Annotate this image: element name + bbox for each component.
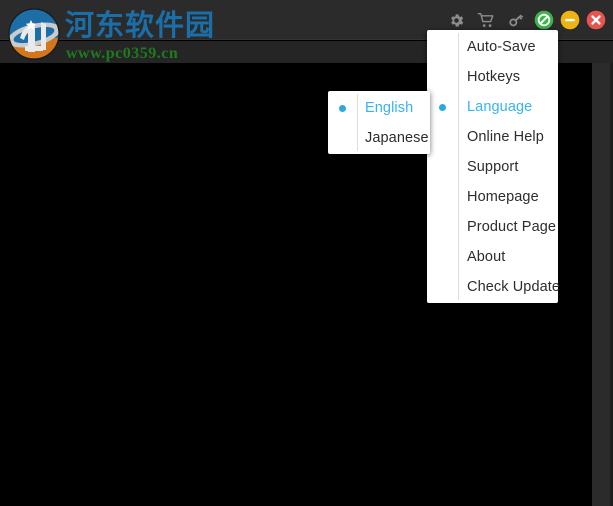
bullet-icon <box>427 164 458 171</box>
bullet-icon <box>328 135 357 142</box>
app-window: 河东软件园 www.pc0359.cn Auto-Save Hotkeys La… <box>0 0 613 506</box>
settings-dropdown-menu: Auto-Save Hotkeys Language Online Help S… <box>427 30 561 303</box>
prohibited-icon <box>534 10 554 30</box>
menu-item-product-page[interactable]: Product Page <box>427 212 558 242</box>
language-item-label: English <box>365 100 414 116</box>
bullet-icon <box>427 74 458 81</box>
menu-item-label: Hotkeys <box>467 69 521 85</box>
menu-item-hotkeys[interactable]: Hotkeys <box>427 62 558 92</box>
menu-item-label: Product Page <box>467 219 557 235</box>
bullet-icon <box>427 103 458 111</box>
close-button[interactable] <box>583 5 609 35</box>
menu-item-check-update[interactable]: Check Update <box>427 272 561 302</box>
menu-item-label: Language <box>467 99 533 115</box>
menu-item-support[interactable]: Support <box>427 152 558 182</box>
language-item-label: Japanese <box>365 130 429 146</box>
menu-item-label: Auto-Save <box>467 39 536 55</box>
bullet-icon <box>427 194 458 201</box>
bullet-icon <box>427 224 458 231</box>
language-submenu: English Japanese <box>328 91 430 154</box>
menu-item-label: About <box>467 249 506 265</box>
menu-item-label: Check Update <box>467 279 561 295</box>
bullet-icon <box>328 104 357 112</box>
menu-item-about[interactable]: About <box>427 242 558 272</box>
bullet-icon <box>427 254 458 261</box>
minimize-button[interactable] <box>557 5 583 35</box>
shopping-cart-icon <box>477 12 493 27</box>
bullet-icon <box>427 44 458 51</box>
language-item-english[interactable]: English <box>328 93 430 123</box>
key-icon <box>509 14 524 27</box>
menu-item-auto-save[interactable]: Auto-Save <box>427 32 558 62</box>
menu-item-online-help[interactable]: Online Help <box>427 122 558 152</box>
menu-item-language[interactable]: Language <box>427 92 558 122</box>
bullet-icon <box>427 134 458 141</box>
menu-item-label: Homepage <box>467 189 539 205</box>
close-x-icon <box>586 10 606 30</box>
menu-item-label: Online Help <box>467 129 544 145</box>
language-item-japanese[interactable]: Japanese <box>328 123 430 153</box>
bullet-icon <box>427 284 458 291</box>
menu-item-label: Support <box>467 159 519 175</box>
menu-item-homepage[interactable]: Homepage <box>427 182 558 212</box>
gear-icon <box>450 13 463 27</box>
minus-icon <box>560 10 580 30</box>
